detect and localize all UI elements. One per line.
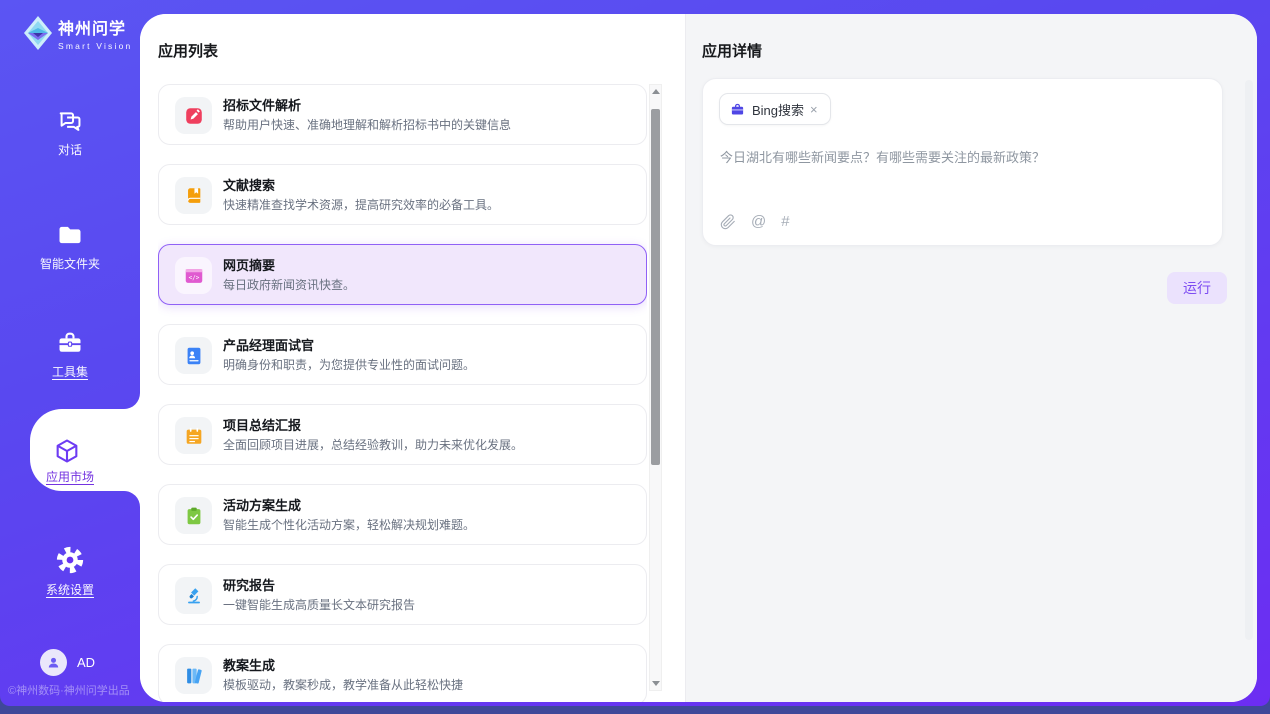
mention-at-icon[interactable]: @ bbox=[751, 213, 766, 230]
app-card-lesson-plan[interactable]: 教案生成 模板驱动，教案秒成，教学准备从此轻松快捷 bbox=[158, 644, 647, 702]
brand-subtitle: Smart Vision bbox=[58, 41, 132, 51]
sidebar-item-settings[interactable]: 系统设置 bbox=[0, 545, 140, 598]
book-icon bbox=[175, 177, 212, 214]
app-card-literature-search[interactable]: 文献搜索 快速精准查找学术资源，提高研究效率的必备工具。 bbox=[158, 164, 647, 225]
triangle-up-icon bbox=[652, 89, 660, 94]
books-icon bbox=[175, 657, 212, 694]
folder-icon bbox=[56, 221, 84, 249]
run-button[interactable]: 运行 bbox=[1167, 272, 1227, 304]
user-initials: AD bbox=[77, 655, 95, 670]
app-list-scrollbar[interactable] bbox=[649, 84, 662, 691]
sidebar: 神州问学 Smart Vision 对话 智能文件夹 bbox=[0, 0, 140, 706]
query-card: Bing搜索 × 今日湖北有哪些新闻要点？有哪些需要关注的最新政策？ @ # bbox=[702, 78, 1223, 246]
sidebar-item-chat[interactable]: 对话 bbox=[0, 107, 140, 158]
app-window: 神州问学 Smart Vision 对话 智能文件夹 bbox=[0, 0, 1270, 706]
app-card-list: 招标文件解析 帮助用户快速、准确地理解和解析招标书中的关键信息 文献搜索 快速精… bbox=[158, 84, 647, 702]
paperclip-icon[interactable] bbox=[720, 214, 736, 230]
sidebar-item-label: 工具集 bbox=[0, 363, 140, 380]
sidebar-item-label: 系统设置 bbox=[0, 581, 140, 598]
sidebar-item-smart-folder[interactable]: 智能文件夹 bbox=[0, 221, 140, 272]
scroll-down-button[interactable] bbox=[650, 677, 661, 690]
app-name: 文献搜索 bbox=[223, 175, 275, 194]
clipboard-check-icon bbox=[175, 497, 212, 534]
app-description: 智能生成个性化活动方案，轻松解决规划难题。 bbox=[223, 516, 475, 533]
input-toolbar: @ # bbox=[720, 213, 790, 230]
app-description: 明确身份和职责，为您提供专业性的面试问题。 bbox=[223, 356, 475, 373]
query-input[interactable]: 今日湖北有哪些新闻要点？有哪些需要关注的最新政策？ bbox=[720, 148, 1206, 168]
app-detail-title: 应用详情 bbox=[702, 40, 762, 61]
svg-text:</>: </> bbox=[188, 274, 199, 281]
app-name: 研究报告 bbox=[223, 575, 275, 594]
app-name: 教案生成 bbox=[223, 655, 275, 674]
app-name: 项目总结汇报 bbox=[223, 415, 301, 434]
tool-tag-label: Bing搜索 bbox=[752, 100, 804, 119]
diamond-logo-icon bbox=[22, 14, 54, 52]
sidebar-item-toolset[interactable]: 工具集 bbox=[0, 329, 140, 380]
doc-edit-icon bbox=[175, 97, 212, 134]
active-nav-blob bbox=[22, 391, 140, 531]
app-description: 全面回顾项目进展，总结经验教训，助力未来优化发展。 bbox=[223, 436, 523, 453]
brand-logo: 神州问学 Smart Vision bbox=[22, 14, 132, 52]
resume-icon bbox=[175, 337, 212, 374]
copyright-text: ©神州数码·神州问学出品 bbox=[8, 682, 140, 698]
avatar bbox=[40, 649, 67, 676]
sidebar-item-label: 智能文件夹 bbox=[0, 255, 140, 272]
brand-name: 神州问学 bbox=[58, 15, 132, 39]
triangle-down-icon bbox=[652, 681, 660, 686]
gear-icon bbox=[55, 545, 85, 575]
microscope-icon bbox=[175, 577, 212, 614]
briefcase-icon bbox=[730, 102, 745, 117]
app-description: 帮助用户快速、准确地理解和解析招标书中的关键信息 bbox=[223, 116, 511, 133]
content-area: 应用列表 招标文件解析 帮助用户快速、准确地理解和解析招标书中的关键信息 bbox=[140, 14, 1257, 702]
app-card-web-summary[interactable]: </> 网页摘要 每日政府新闻资讯快查。 bbox=[158, 244, 647, 305]
user-account[interactable]: AD bbox=[40, 649, 95, 676]
app-description: 模板驱动，教案秒成，教学准备从此轻松快捷 bbox=[223, 676, 463, 693]
app-list-title: 应用列表 bbox=[158, 40, 218, 61]
tool-tag-bing-search[interactable]: Bing搜索 × bbox=[719, 93, 831, 125]
app-detail-panel: 应用详情 Bing搜索 × 今日湖北有哪些新闻要点？有哪些需要关注的最新政策？ bbox=[686, 14, 1257, 702]
cube-icon bbox=[53, 437, 81, 465]
app-description: 快速精准查找学术资源，提高研究效率的必备工具。 bbox=[223, 196, 499, 213]
notepad-icon bbox=[175, 417, 212, 454]
app-card-project-summary[interactable]: 项目总结汇报 全面回顾项目进展，总结经验教训，助力未来优化发展。 bbox=[158, 404, 647, 465]
app-name: 活动方案生成 bbox=[223, 495, 301, 514]
app-list-panel: 应用列表 招标文件解析 帮助用户快速、准确地理解和解析招标书中的关键信息 bbox=[140, 14, 686, 702]
app-card-event-plan[interactable]: 活动方案生成 智能生成个性化活动方案，轻松解决规划难题。 bbox=[158, 484, 647, 545]
app-card-pm-interviewer[interactable]: 产品经理面试官 明确身份和职责，为您提供专业性的面试问题。 bbox=[158, 324, 647, 385]
toolbox-icon bbox=[56, 329, 84, 357]
browser-code-icon: </> bbox=[175, 257, 212, 294]
sidebar-item-label: 对话 bbox=[0, 141, 140, 158]
app-name: 招标文件解析 bbox=[223, 95, 301, 114]
app-description: 一键智能生成高质量长文本研究报告 bbox=[223, 596, 415, 613]
sidebar-item-label: 应用市场 bbox=[0, 468, 140, 485]
hash-icon[interactable]: # bbox=[781, 213, 789, 230]
detail-panel-scrollbar[interactable] bbox=[1245, 80, 1253, 640]
scrollbar-thumb[interactable] bbox=[651, 109, 660, 465]
chat-icon bbox=[56, 107, 84, 135]
app-name: 产品经理面试官 bbox=[223, 335, 314, 354]
app-description: 每日政府新闻资讯快查。 bbox=[223, 276, 355, 293]
close-icon[interactable]: × bbox=[808, 102, 820, 117]
person-icon bbox=[46, 655, 61, 670]
app-card-bid-doc-parse[interactable]: 招标文件解析 帮助用户快速、准确地理解和解析招标书中的关键信息 bbox=[158, 84, 647, 145]
app-card-research-report[interactable]: 研究报告 一键智能生成高质量长文本研究报告 bbox=[158, 564, 647, 625]
app-name: 网页摘要 bbox=[223, 255, 275, 274]
scroll-up-button[interactable] bbox=[650, 85, 661, 98]
